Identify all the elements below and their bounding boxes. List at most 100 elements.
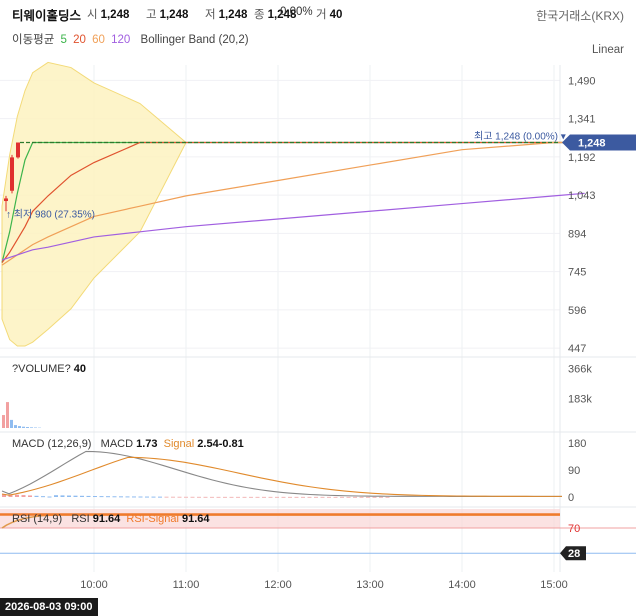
volume-bar — [22, 426, 25, 428]
macd-histogram-bar — [93, 496, 97, 498]
low-annotation: ↑ 최저 980 (27.35%) — [6, 208, 95, 220]
macd-label: MACD (12,26,9) MACD 1.73 Signal 2.54-0.8… — [12, 438, 244, 450]
signal-line — [1, 456, 563, 497]
macd-histogram-bar — [119, 496, 123, 498]
macd-histogram-bar — [333, 496, 338, 498]
macd-histogram-bar — [320, 496, 325, 498]
macd-histogram-bar — [359, 496, 364, 498]
macd-histogram-bar — [112, 496, 117, 498]
macd-histogram-bar — [60, 495, 65, 497]
macd-histogram-bar — [41, 496, 45, 498]
macd-histogram-bar — [125, 496, 130, 498]
macd-histogram-bar — [236, 496, 240, 498]
price-tick-label: 894 — [568, 228, 586, 240]
price-tick-label: 1,341 — [568, 114, 596, 126]
macd-tick-label: 90 — [568, 465, 580, 477]
volume-tick-label: 183k — [568, 393, 592, 405]
price-tick-label: 1,490 — [568, 75, 596, 87]
macd-histogram-bar — [190, 496, 195, 498]
time-tick-label: 13:00 — [356, 579, 384, 591]
macd-histogram-bar — [138, 496, 143, 498]
macd-histogram-bar — [262, 496, 266, 498]
time-tick-label: 14:00 — [448, 579, 476, 591]
macd-histogram-bar — [307, 496, 312, 498]
macd-line — [1, 450, 562, 497]
volume-bar — [2, 415, 5, 428]
macd-histogram-bar — [314, 496, 318, 498]
macd-histogram-bar — [340, 496, 344, 498]
macd-tick-label: 180 — [568, 438, 586, 450]
volume-bar — [18, 426, 21, 428]
macd-histogram-bar — [99, 496, 104, 498]
macd-histogram-bar — [197, 496, 201, 498]
price-tick-label: 447 — [568, 343, 586, 355]
macd-histogram-bar — [353, 496, 357, 498]
volume-panel: 183k 366k — [2, 364, 592, 428]
macd-histogram-bar — [346, 496, 351, 498]
price-tick-label: 745 — [568, 267, 586, 279]
macd-histogram-bar — [327, 496, 331, 498]
macd-histogram-bar — [177, 496, 182, 498]
price-axis: 447 596 745 894 1,043 1,192 1,341 1,490 1,248 — [562, 75, 636, 355]
macd-histogram-bar — [301, 496, 305, 498]
rsi-tick-label: 70 — [568, 523, 580, 535]
macd-tick-label: 0 — [568, 492, 574, 504]
macd-histogram-bar — [171, 496, 175, 498]
macd-histogram-bar — [288, 496, 292, 498]
high-annotation: 최고 1,248 (0.00%) ▾ — [474, 131, 566, 143]
macd-histogram-bar — [21, 495, 26, 497]
macd-histogram-bar — [385, 496, 390, 498]
macd-histogram-bar — [216, 496, 221, 498]
macd-histogram-bar — [15, 494, 19, 497]
macd-histogram-bar — [73, 495, 78, 497]
macd-histogram-bar — [268, 496, 273, 498]
macd-histogram-bar — [223, 496, 227, 498]
time-tick-label: 10:00 — [80, 579, 108, 591]
macd-histogram-bar — [80, 495, 84, 497]
macd-histogram-bar — [249, 496, 253, 498]
time-tick-label: 11:00 — [173, 579, 200, 591]
macd-histogram-bar — [366, 496, 370, 498]
volume-bar — [26, 427, 29, 428]
macd-histogram-bar — [47, 496, 52, 498]
macd-histogram-bar — [86, 495, 91, 497]
candle-body — [10, 157, 14, 191]
macd-histogram-bar — [145, 496, 149, 498]
time-axis: 10:00 11:00 12:00 13:00 14:00 15:00 — [80, 579, 568, 591]
candle-body — [4, 198, 8, 202]
time-tick-label: 15:00 — [540, 579, 568, 591]
macd-histogram-bar — [379, 496, 383, 498]
macd-histogram-bar — [158, 496, 162, 498]
volume-bar — [14, 425, 17, 428]
macd-histogram-bar — [184, 496, 188, 498]
price-tick-label: 596 — [568, 305, 586, 317]
macd-histogram-bar — [203, 496, 208, 498]
macd-histogram-bar — [54, 495, 58, 497]
macd-histogram-bar — [151, 496, 156, 498]
rsi-label: RSI (14,9) RSI 91.64 RSI-Signal 91.64 — [12, 513, 210, 525]
macd-histogram-bar — [294, 496, 299, 498]
volume-bar — [6, 402, 9, 428]
bollinger-area — [1, 61, 585, 347]
macd-histogram-bar — [67, 495, 71, 497]
crosshair-time-label: 2026-08-03 09:00 — [0, 598, 99, 616]
volume-bar — [10, 419, 13, 428]
bollinger-band — [1, 61, 585, 347]
macd-histogram-bar — [255, 496, 260, 498]
volume-label: ?VOLUME? 40 — [12, 363, 87, 375]
macd-histogram-bar — [242, 496, 247, 498]
macd-histogram-bar — [164, 496, 169, 498]
volume-tick-label: 366k — [568, 364, 592, 376]
macd-histogram-bar — [281, 496, 286, 498]
volume-bar — [30, 427, 33, 428]
macd-histogram-bar — [132, 496, 136, 498]
rsi-last-value: 28 — [568, 548, 580, 560]
macd-histogram-bar — [106, 496, 110, 498]
last-price-value: 1,248 — [578, 138, 606, 150]
price-tick-label: 1,043 — [568, 190, 596, 202]
macd-histogram-bar — [210, 496, 214, 498]
macd-histogram-bar — [34, 495, 39, 497]
macd-histogram-bar — [372, 496, 377, 498]
price-tick-label: 1,192 — [568, 152, 596, 164]
candle-body — [16, 142, 20, 158]
